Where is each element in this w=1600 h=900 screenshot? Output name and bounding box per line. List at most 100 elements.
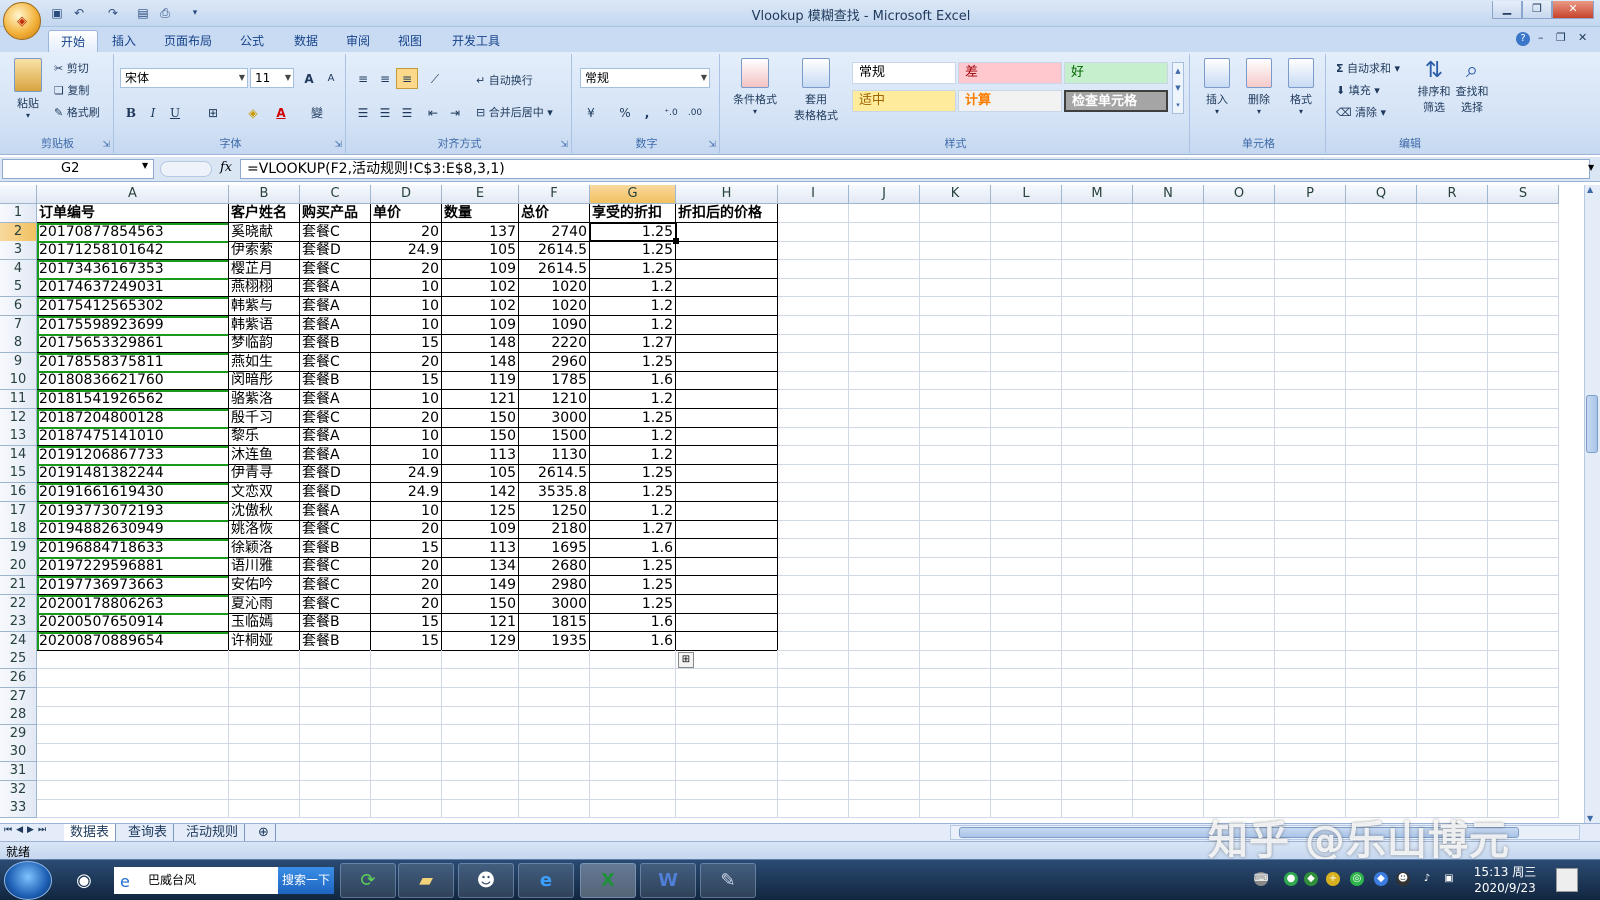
column-header-q[interactable]: Q [1346, 185, 1417, 204]
column-header-c[interactable]: C [300, 185, 371, 204]
cell-s20[interactable] [1488, 557, 1559, 577]
cell-e25[interactable] [442, 650, 519, 670]
cell-i19[interactable] [778, 538, 849, 558]
cell-b23[interactable]: 玉临嫣 [229, 613, 300, 633]
cell-b11[interactable]: 骆紫洛 [229, 390, 300, 409]
cell-f3[interactable]: 2614.5 [519, 241, 590, 261]
cell-d11[interactable]: 10 [371, 390, 442, 409]
cell-j8[interactable] [849, 334, 920, 354]
cell-n19[interactable] [1133, 538, 1204, 558]
row-header-23[interactable]: 23 [0, 613, 37, 633]
excel-taskbar-icon[interactable]: X [580, 863, 636, 898]
cell-r14[interactable] [1417, 445, 1488, 465]
qq-icon[interactable]: ☻ [458, 863, 514, 898]
cell-h29[interactable] [676, 724, 778, 744]
start-button[interactable] [4, 861, 52, 900]
sheet-tab-data[interactable]: 数据表 [64, 824, 117, 841]
cell-m33[interactable] [1062, 799, 1133, 819]
cell-m10[interactable] [1062, 371, 1133, 391]
cell-e29[interactable] [442, 724, 519, 744]
cell-q20[interactable] [1346, 557, 1417, 577]
cell-h24[interactable] [676, 631, 778, 651]
cell-p12[interactable] [1275, 408, 1346, 428]
cell-g4[interactable]: 1.25 [590, 259, 676, 279]
cell-m12[interactable] [1062, 408, 1133, 428]
cell-l28[interactable] [991, 706, 1062, 726]
cell-i27[interactable] [778, 687, 849, 707]
cell-o14[interactable] [1204, 445, 1275, 465]
cell-n8[interactable] [1133, 334, 1204, 354]
cell-i18[interactable] [778, 520, 849, 540]
cell-f19[interactable]: 1695 [519, 538, 590, 558]
cell-l8[interactable] [991, 334, 1062, 354]
cell-a4[interactable]: 20173436167353 [37, 259, 229, 279]
cell-n30[interactable] [1133, 743, 1204, 763]
cell-b25[interactable] [229, 650, 300, 670]
cell-f10[interactable]: 1785 [519, 371, 590, 391]
cell-s16[interactable] [1488, 483, 1559, 502]
cell-o2[interactable] [1204, 222, 1275, 242]
cell-a23[interactable]: 20200507650914 [37, 613, 229, 633]
cell-f7[interactable]: 1090 [519, 315, 590, 335]
cell-k23[interactable] [920, 613, 991, 633]
cell-f27[interactable] [519, 687, 590, 707]
cell-o11[interactable] [1204, 390, 1275, 409]
cell-l12[interactable] [991, 408, 1062, 428]
cell-k15[interactable] [920, 464, 991, 484]
keyboard-icon[interactable]: ⌨ [1254, 872, 1268, 886]
name-box-dropdown-icon[interactable]: ▼ [142, 161, 148, 170]
cell-q2[interactable] [1346, 222, 1417, 242]
cell-g10[interactable]: 1.6 [590, 371, 676, 391]
row-header-15[interactable]: 15 [0, 464, 37, 484]
cell-r1[interactable] [1417, 204, 1488, 223]
cell-r21[interactable] [1417, 576, 1488, 595]
font-name-combo[interactable]: 宋体 ▼ [120, 68, 248, 88]
cell-s31[interactable] [1488, 762, 1559, 781]
cell-h33[interactable] [676, 799, 778, 819]
align-middle-icon[interactable]: ≡ [374, 68, 396, 89]
cell-n3[interactable] [1133, 241, 1204, 261]
cell-h14[interactable] [676, 445, 778, 465]
cell-f20[interactable]: 2680 [519, 557, 590, 577]
cell-l11[interactable] [991, 390, 1062, 409]
cell-m14[interactable] [1062, 445, 1133, 465]
auto-fill-options-icon[interactable]: ⊞ [678, 652, 694, 669]
cell-k2[interactable] [920, 222, 991, 242]
cell-c32[interactable] [300, 780, 371, 800]
cell-a33[interactable] [37, 799, 229, 819]
cell-e8[interactable]: 148 [442, 334, 519, 354]
office-button[interactable]: ◈ [3, 2, 41, 40]
shrink-font-button[interactable]: A [320, 68, 342, 89]
wechat-icon[interactable]: ◎ [1350, 872, 1364, 886]
cell-e4[interactable]: 109 [442, 259, 519, 279]
cell-a27[interactable] [37, 687, 229, 707]
cell-m24[interactable] [1062, 631, 1133, 651]
cell-f33[interactable] [519, 799, 590, 819]
row-header-7[interactable]: 7 [0, 315, 37, 335]
cell-d6[interactable]: 10 [371, 297, 442, 316]
cell-n22[interactable] [1133, 594, 1204, 614]
cell-l19[interactable] [991, 538, 1062, 558]
cell-j27[interactable] [849, 687, 920, 707]
format-as-table-button[interactable]: 套用 表格格式 [784, 58, 848, 123]
cell-q24[interactable] [1346, 631, 1417, 651]
cell-j10[interactable] [849, 371, 920, 391]
cell-j12[interactable] [849, 408, 920, 428]
cell-o22[interactable] [1204, 594, 1275, 614]
cell-j13[interactable] [849, 427, 920, 447]
cell-s27[interactable] [1488, 687, 1559, 707]
style-good[interactable]: 好 [1064, 62, 1168, 84]
cell-s25[interactable] [1488, 650, 1559, 670]
number-launcher-icon[interactable]: ⇲ [708, 140, 716, 150]
cell-j7[interactable] [849, 315, 920, 335]
cell-r8[interactable] [1417, 334, 1488, 354]
style-calculation[interactable]: 计算 [958, 90, 1062, 112]
fill-handle[interactable] [673, 238, 679, 245]
cell-g1[interactable]: 享受的折扣 [590, 204, 676, 223]
cell-q29[interactable] [1346, 724, 1417, 744]
cell-p31[interactable] [1275, 762, 1346, 781]
cell-q17[interactable] [1346, 501, 1417, 521]
cell-g21[interactable]: 1.25 [590, 576, 676, 595]
cell-k25[interactable] [920, 650, 991, 670]
cell-b7[interactable]: 韩紫语 [229, 315, 300, 335]
